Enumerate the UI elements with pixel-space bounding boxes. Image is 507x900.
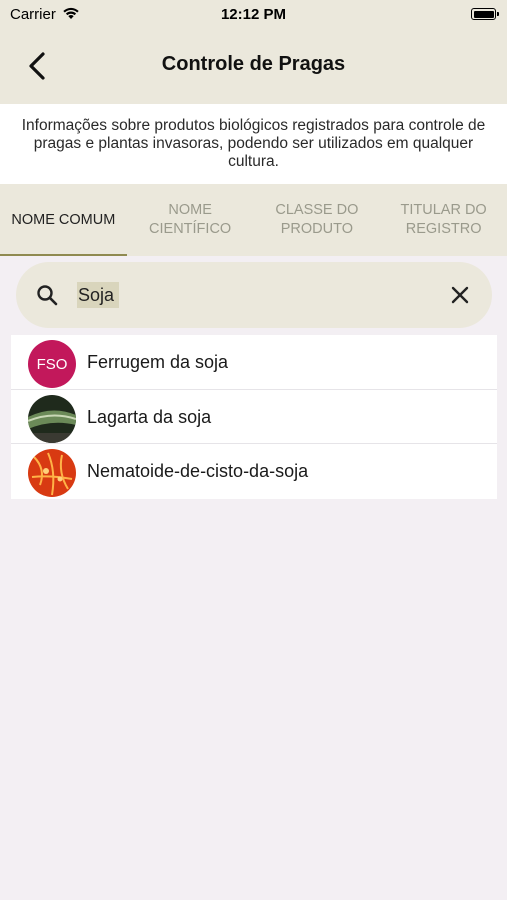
results-list: FSO Ferrugem da soja Lagarta da soja Nem… (11, 335, 497, 500)
search-icon (37, 285, 58, 306)
status-bar: Carrier 12:12 PM (0, 0, 507, 28)
tab-bar: NOME COMUM NOME CIENTÍFICO CLASSE DO PRO… (0, 184, 507, 256)
caterpillar-image (28, 394, 76, 443)
list-item-label: Ferrugem da soja (87, 352, 229, 372)
avatar: FSO (28, 340, 76, 388)
close-icon[interactable] (449, 284, 471, 306)
list-item-lagarta-da-soja[interactable]: Lagarta da soja (11, 390, 497, 445)
navigation-bar: Controle de Pragas (0, 28, 507, 104)
search-bar (16, 262, 492, 328)
search-input[interactable] (74, 279, 434, 311)
tab-nome-cientifico[interactable]: NOME CIENTÍFICO (127, 184, 254, 256)
tab-classe-do-produto[interactable]: CLASSE DO PRODUTO (254, 184, 381, 256)
info-description: Informações sobre produtos biológicos re… (0, 104, 507, 184)
page-title: Controle de Pragas (161, 53, 346, 75)
clock: 12:12 PM (220, 6, 287, 23)
list-item-label: Lagarta da soja (87, 406, 212, 427)
list-item-label: Nematoide-de-cisto-da-soja (87, 461, 309, 482)
tab-titular-do-registro[interactable]: TITULAR DO REGISTRO (380, 184, 507, 256)
list-item-nematoide-de-cisto-da-soja[interactable]: Nematoide-de-cisto-da-soja (11, 444, 497, 499)
avatar-initials: FSO (36, 355, 68, 373)
tab-nome-comum[interactable]: NOME COMUM (0, 184, 127, 256)
battery-icon (471, 8, 499, 20)
list-item-ferrugem-da-soja[interactable]: FSO Ferrugem da soja (11, 335, 497, 390)
nematode-image (28, 449, 76, 498)
